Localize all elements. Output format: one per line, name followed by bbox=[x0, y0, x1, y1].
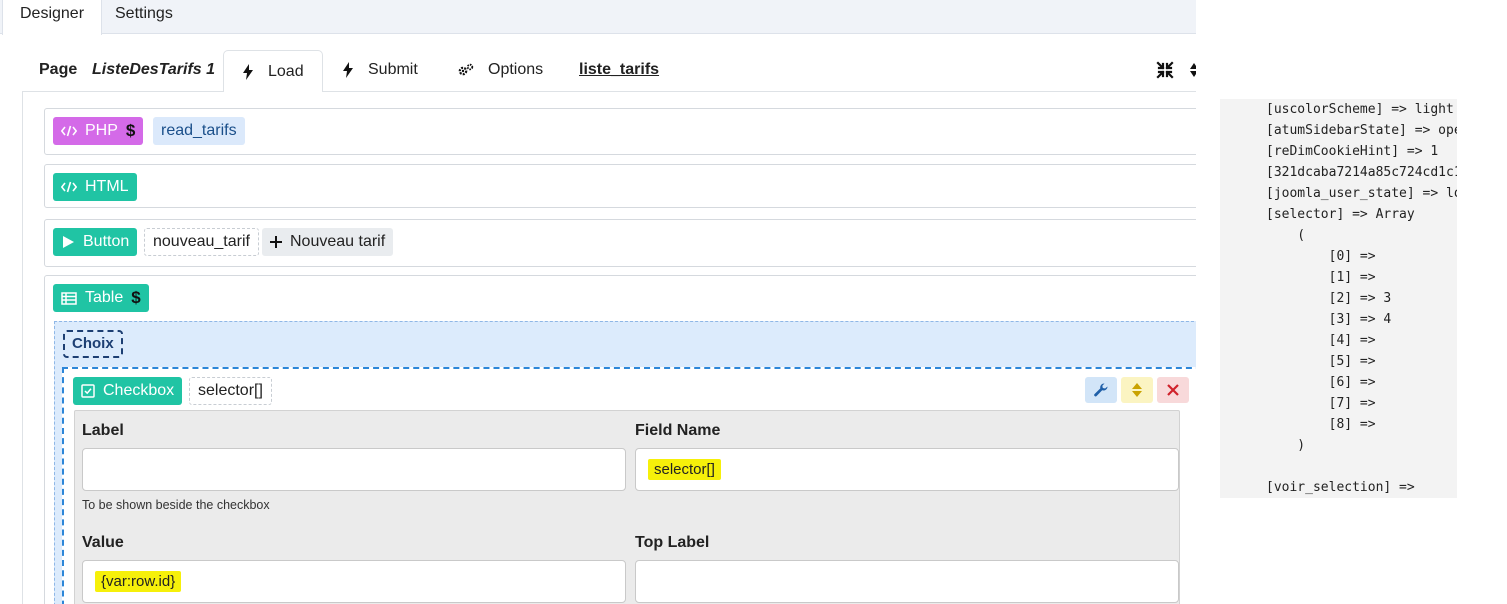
play-icon bbox=[61, 235, 75, 249]
debug-line: [0] => bbox=[1266, 249, 1376, 264]
tab-load[interactable]: Load bbox=[223, 50, 323, 93]
sort-icon[interactable] bbox=[1190, 48, 1196, 92]
page-name: ListeDesTarifs 1 bbox=[92, 61, 216, 78]
debug-line: [uscolorScheme] => light bbox=[1266, 102, 1454, 117]
delete-button[interactable] bbox=[1157, 377, 1189, 403]
debug-line: [4] => bbox=[1266, 333, 1376, 348]
button-action-label: Nouveau tarif bbox=[290, 233, 386, 250]
debug-line: [joomla_user_state] => lo bbox=[1266, 186, 1457, 201]
debug-line: [3] => 4 bbox=[1266, 312, 1392, 327]
bolt-icon bbox=[242, 63, 254, 80]
table-dollar: $ bbox=[131, 288, 141, 307]
button-action-chip[interactable]: Nouveau tarif bbox=[262, 228, 394, 256]
tab-options-label: Options bbox=[488, 61, 544, 78]
checkbox-badge-label: Checkbox bbox=[103, 382, 175, 399]
code-icon bbox=[61, 181, 77, 193]
debug-line: [atumSidebarState] => open bbox=[1266, 123, 1457, 138]
checkbox-properties: Label To be shown beside the checkbox Fi… bbox=[74, 410, 1180, 604]
debug-line: [321dcaba7214a85c724cd1c1 bbox=[1266, 165, 1457, 180]
gears-icon bbox=[458, 63, 474, 77]
label-input[interactable] bbox=[82, 448, 626, 491]
label-title: Label bbox=[82, 422, 124, 439]
app-root: Designer Settings Page ListeDesTarifs 1 … bbox=[0, 0, 1507, 604]
php-badge[interactable]: PHP $ bbox=[53, 117, 144, 145]
checkbox-badge[interactable]: Checkbox bbox=[73, 377, 183, 405]
designer-panel: Designer Settings Page ListeDesTarifs 1 … bbox=[0, 0, 1196, 604]
html-badge[interactable]: HTML bbox=[53, 173, 137, 201]
column-label[interactable]: Choix bbox=[63, 330, 123, 358]
column-choix[interactable]: Choix Checkbox selector[] Label To be sh… bbox=[54, 321, 1196, 604]
edit-button[interactable] bbox=[1085, 377, 1117, 403]
checkbox-name-chip[interactable]: selector[] bbox=[189, 377, 272, 405]
close-icon bbox=[1167, 384, 1179, 396]
compress-icon[interactable] bbox=[1156, 48, 1174, 92]
php-dollar: $ bbox=[125, 121, 136, 140]
code-icon bbox=[61, 125, 77, 137]
button-name-chip[interactable]: nouveau_tarif bbox=[144, 228, 259, 256]
tab-designer[interactable]: Designer bbox=[2, 0, 103, 35]
top-tab-bar: Designer Settings bbox=[0, 0, 1196, 35]
table-icon bbox=[61, 291, 77, 305]
html-block[interactable]: HTML bbox=[44, 164, 1196, 208]
value-input[interactable]: {var:row.id} bbox=[82, 560, 626, 603]
tab-settings[interactable]: Settings bbox=[98, 0, 190, 35]
debug-line: [5] => bbox=[1266, 354, 1376, 369]
table-block[interactable]: Table $ Choix Checkbox selector[] Label … bbox=[44, 275, 1196, 604]
debug-output-panel: [uscolorScheme] => light [atumSidebarSta… bbox=[1220, 99, 1457, 498]
debug-line: ) bbox=[1266, 438, 1306, 453]
top-label-title: Top Label bbox=[635, 534, 710, 551]
button-badge[interactable]: Button bbox=[53, 228, 138, 256]
tab-submit-label: Submit bbox=[368, 61, 418, 78]
debug-line: [1] => bbox=[1266, 270, 1376, 285]
table-badge-label: Table bbox=[85, 289, 124, 306]
bolt-icon bbox=[342, 62, 354, 78]
php-name-chip[interactable]: read_tarifs bbox=[153, 117, 245, 145]
debug-line: [reDimCookieHint] => 1 bbox=[1266, 144, 1439, 159]
value-input-value: {var:row.id} bbox=[95, 571, 182, 592]
field-name-title: Field Name bbox=[635, 422, 721, 439]
php-badge-label: PHP bbox=[85, 122, 118, 139]
debug-line: [selector] => Array bbox=[1266, 207, 1415, 222]
value-title: Value bbox=[82, 534, 124, 551]
tab-load-label: Load bbox=[268, 62, 304, 80]
debug-line: [voir_selection] => bbox=[1266, 480, 1415, 495]
debug-line: [6] => bbox=[1266, 375, 1376, 390]
debug-line: [8] => bbox=[1266, 417, 1376, 432]
field-name-input[interactable]: selector[] bbox=[635, 448, 1179, 491]
top-label-input[interactable] bbox=[635, 560, 1179, 603]
button-block[interactable]: Button nouveau_tarif Nouveau tarif bbox=[44, 219, 1196, 267]
designer-canvas: PHP $ read_tarifs HTML Button nouveau_ta… bbox=[22, 92, 1196, 604]
page-link[interactable]: liste_tarifs bbox=[579, 48, 659, 92]
table-badge[interactable]: Table $ bbox=[53, 284, 149, 312]
tab-options[interactable]: Options bbox=[458, 48, 543, 92]
checkbox-element[interactable]: Checkbox selector[] Label To be shown be… bbox=[62, 367, 1196, 604]
wrench-icon bbox=[1093, 382, 1109, 398]
html-badge-label: HTML bbox=[85, 178, 129, 195]
plus-icon bbox=[270, 236, 282, 248]
page-toolbar: Page ListeDesTarifs 1 Load Submit Option… bbox=[22, 48, 1196, 93]
sort-icon bbox=[1132, 382, 1142, 398]
debug-line: ( bbox=[1266, 228, 1306, 243]
debug-line: [2] => 3 bbox=[1266, 291, 1392, 306]
page-label: Page bbox=[39, 61, 78, 78]
label-help: To be shown beside the checkbox bbox=[82, 498, 270, 512]
php-block[interactable]: PHP $ read_tarifs bbox=[44, 108, 1196, 155]
checkbox-icon bbox=[81, 384, 95, 398]
tab-submit[interactable]: Submit bbox=[342, 48, 418, 92]
field-name-value: selector[] bbox=[648, 459, 721, 480]
move-button[interactable] bbox=[1121, 377, 1153, 403]
button-badge-label: Button bbox=[83, 233, 130, 250]
debug-line: [7] => bbox=[1266, 396, 1376, 411]
